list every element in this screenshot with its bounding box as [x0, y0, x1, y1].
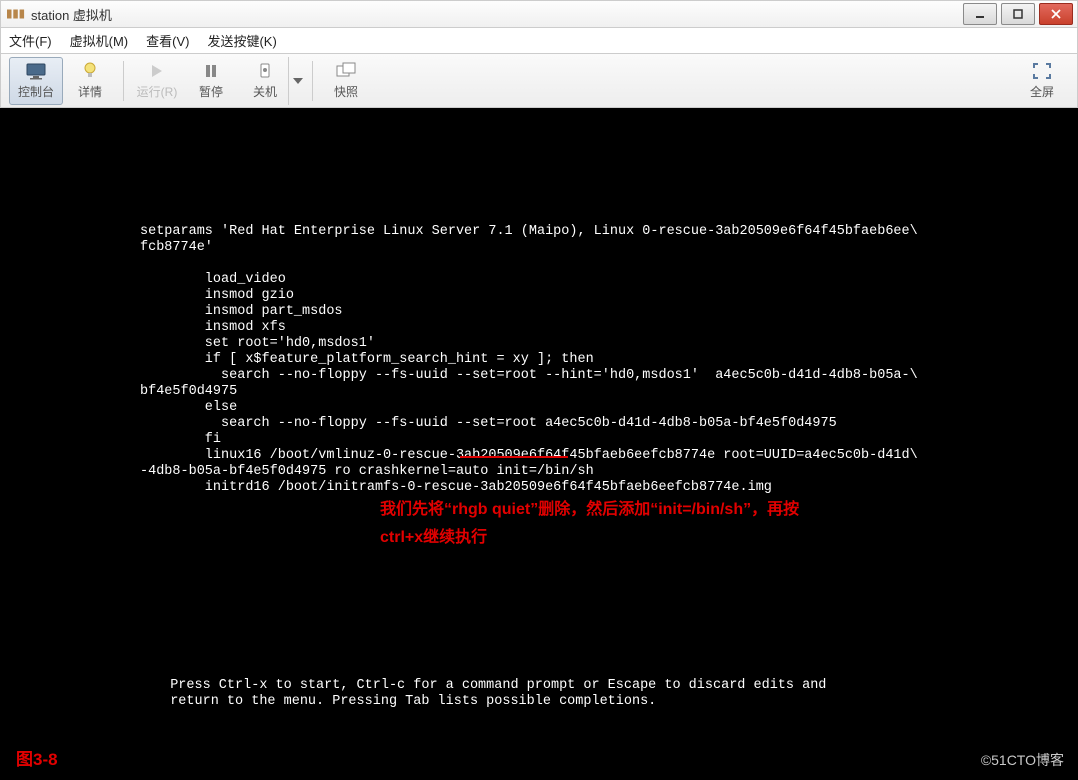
pause-label: 暂停: [199, 83, 223, 100]
close-button[interactable]: [1039, 3, 1073, 25]
shutdown-dropdown[interactable]: [288, 57, 306, 105]
maximize-button[interactable]: [1001, 3, 1035, 25]
run-label: 运行(R): [137, 83, 178, 100]
vm-console[interactable]: setparams 'Red Hat Enterprise Linux Serv…: [0, 108, 1078, 780]
fullscreen-icon: [1031, 61, 1053, 81]
play-icon: [146, 61, 168, 81]
monitor-icon: [25, 61, 47, 81]
app-icon: [7, 7, 25, 21]
run-button: 运行(R): [130, 57, 184, 105]
fullscreen-button[interactable]: 全屏: [1015, 57, 1069, 105]
console-label: 控制台: [18, 83, 54, 100]
details-label: 详情: [78, 83, 102, 100]
chevron-down-icon: [293, 78, 303, 84]
window-controls: [963, 3, 1077, 25]
annotation-line1: 我们先将“rhgb quiet”删除，然后添加“init=/bin/sh”，再按: [380, 496, 1000, 524]
menu-vm[interactable]: 虚拟机(M): [70, 31, 129, 50]
window-title: station 虚拟机: [31, 5, 112, 24]
lightbulb-icon: [79, 61, 101, 81]
annotation-text: 我们先将“rhgb quiet”删除，然后添加“init=/bin/sh”，再按…: [380, 496, 1000, 552]
menu-sendkey[interactable]: 发送按键(K): [207, 31, 276, 50]
figure-label: 图3-8: [16, 752, 58, 768]
snapshot-icon: [335, 61, 357, 81]
annotation-line2: ctrl+x继续执行: [380, 524, 1000, 552]
details-button[interactable]: 详情: [63, 57, 117, 105]
power-icon: [254, 61, 276, 81]
grub-editor-text: setparams 'Red Hat Enterprise Linux Serv…: [0, 140, 1078, 496]
toolbar-separator: [123, 61, 124, 101]
snapshot-label: 快照: [334, 83, 358, 100]
fullscreen-label: 全屏: [1030, 83, 1054, 100]
toolbar-separator: [312, 61, 313, 101]
menu-file[interactable]: 文件(F): [9, 31, 52, 50]
minimize-button[interactable]: [963, 3, 997, 25]
pause-icon: [200, 61, 222, 81]
toolbar: 控制台 详情 运行(R) 暂停 关机 快照 全屏: [0, 54, 1078, 108]
shutdown-button[interactable]: 关机: [238, 57, 292, 105]
grub-footer-text: Press Ctrl-x to start, Ctrl-c for a comm…: [154, 678, 826, 710]
console-button[interactable]: 控制台: [9, 57, 63, 105]
annotation-underline: [460, 456, 568, 458]
titlebar: station 虚拟机: [0, 0, 1078, 28]
menu-view[interactable]: 查看(V): [146, 31, 189, 50]
snapshot-button[interactable]: 快照: [319, 57, 373, 105]
pause-button[interactable]: 暂停: [184, 57, 238, 105]
watermark: ©51CTO博客: [981, 752, 1064, 768]
shutdown-label: 关机: [253, 83, 277, 100]
menubar: 文件(F) 虚拟机(M) 查看(V) 发送按键(K): [0, 28, 1078, 54]
